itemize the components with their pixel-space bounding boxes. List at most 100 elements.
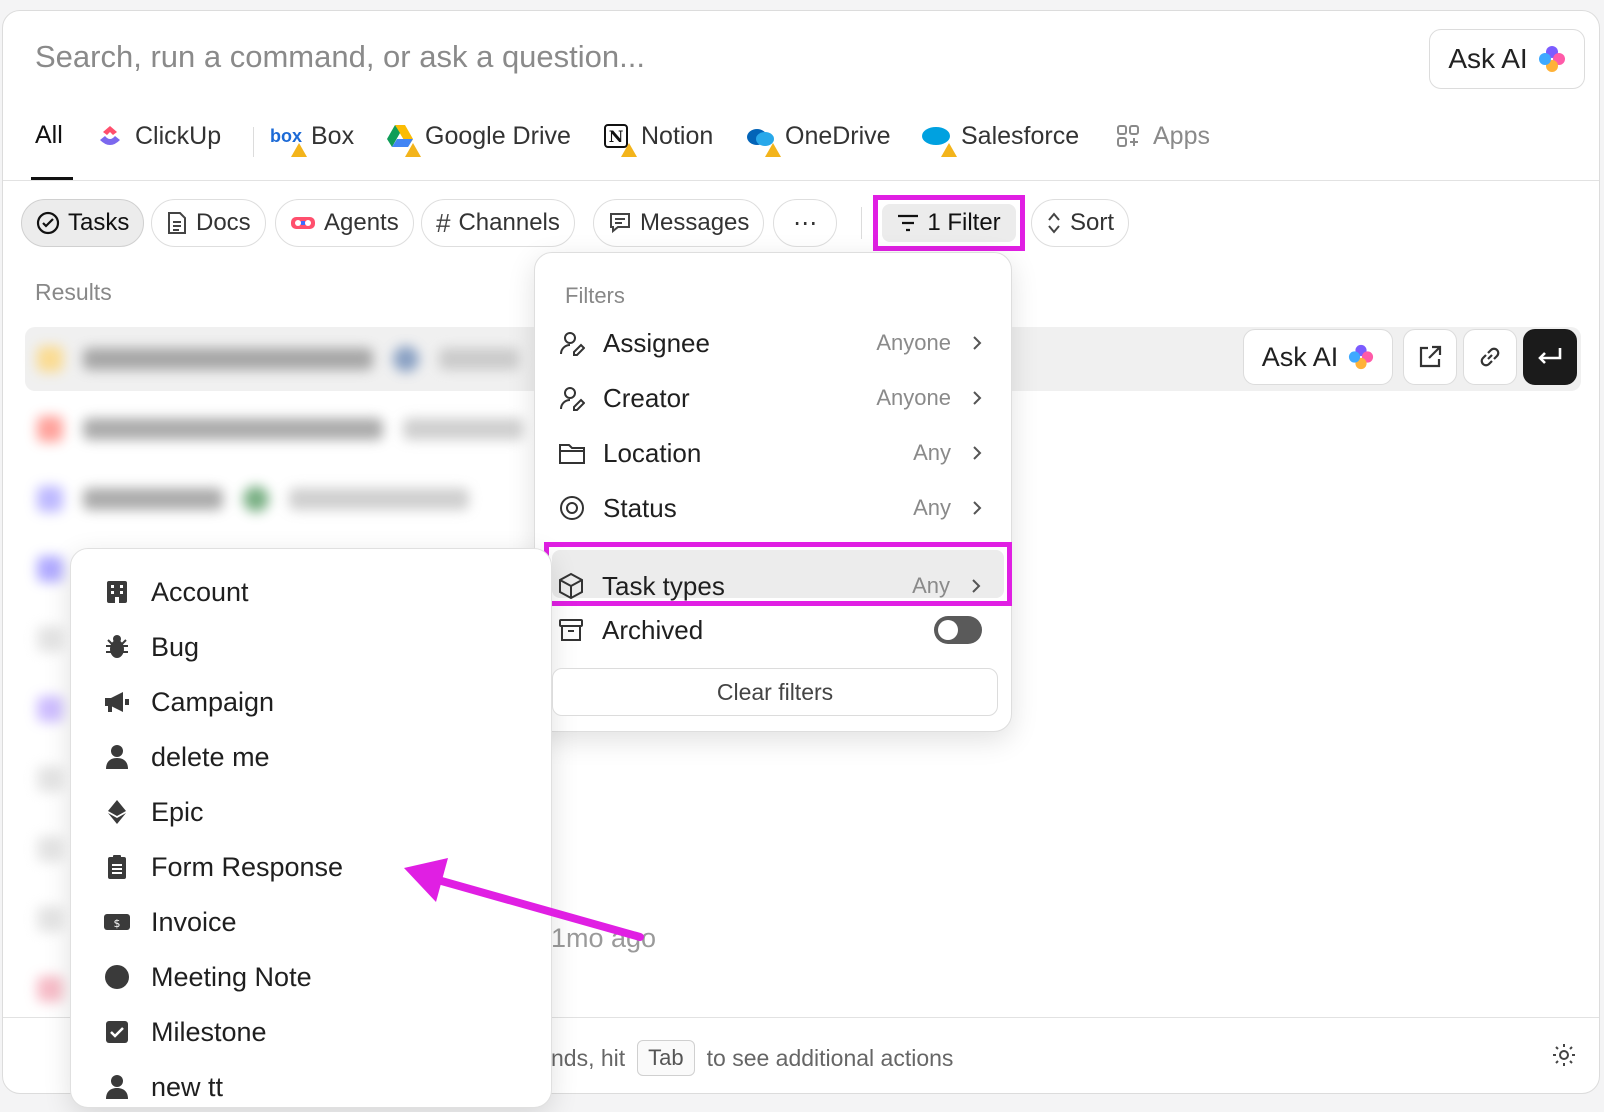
ai-sparkle-icon [1349, 344, 1374, 370]
task-type-label: Campaign [151, 686, 275, 717]
list-item[interactable] [25, 677, 63, 741]
list-item[interactable] [25, 397, 523, 461]
filters-title: Filters [565, 283, 625, 308]
list-item[interactable] [25, 607, 63, 671]
chip-docs[interactable]: Docs [151, 199, 266, 247]
bug-icon [103, 634, 131, 660]
folder-icon [557, 441, 587, 465]
copy-link-button[interactable] [1463, 329, 1517, 385]
cube-icon [556, 572, 586, 600]
chip-label: Agents [324, 209, 399, 236]
list-item[interactable] [25, 747, 63, 811]
filter-row-creator[interactable]: Creator Anyone [555, 372, 991, 424]
doc-icon [168, 212, 186, 234]
list-item[interactable] [25, 887, 63, 951]
status-icon [557, 495, 587, 521]
source-tab-box[interactable]: box Box [270, 121, 354, 157]
source-tab-salesforce[interactable]: Salesforce [921, 121, 1079, 157]
task-type-item[interactable]: Meeting Note [103, 952, 312, 1002]
task-type-item[interactable]: Form Response [103, 842, 343, 892]
filter-button[interactable]: 1 Filter [873, 195, 1025, 251]
filter-value: Any [912, 573, 950, 598]
chip-label: Channels [458, 209, 560, 236]
chip-agents[interactable]: Agents [275, 199, 414, 247]
enter-icon [1538, 348, 1562, 364]
search-input[interactable]: Search, run a command, or ask a question… [35, 39, 645, 75]
task-type-item[interactable]: Epic [103, 787, 204, 837]
chip-messages[interactable]: Messages [593, 199, 765, 247]
task-type-label: new tt [151, 1071, 224, 1102]
assignee-icon [557, 330, 587, 356]
notion-icon: N [601, 121, 637, 157]
more-chips-button[interactable]: ⋯ [773, 199, 837, 247]
warning-icon [941, 143, 957, 157]
sort-button[interactable]: Sort [1031, 199, 1130, 247]
sort-icon [1048, 212, 1060, 234]
filter-row-status[interactable]: Status Any [555, 482, 991, 534]
divider [253, 127, 254, 157]
task-type-item[interactable]: $ Invoice [103, 897, 237, 947]
active-tab-indicator [31, 177, 73, 180]
open-external-button[interactable] [1403, 329, 1457, 385]
list-item[interactable] [25, 467, 469, 531]
filter-label: Status [603, 492, 677, 523]
divider [861, 207, 862, 239]
source-tab-onedrive[interactable]: OneDrive [745, 121, 891, 157]
box-icon: box [270, 121, 307, 157]
clipboard-icon [103, 854, 131, 880]
filter-value: Anyone [876, 330, 951, 355]
task-types-dropdown: Account Bug Campaign delete me Epic Form… [70, 548, 552, 1108]
apps-icon [1113, 121, 1143, 151]
diamond-icon [103, 799, 131, 825]
salesforce-icon [921, 121, 957, 157]
source-tab-label: OneDrive [785, 121, 891, 150]
source-tab-label: Notion [641, 121, 714, 150]
chip-label: Tasks [68, 209, 130, 236]
task-type-item[interactable]: Bug [103, 622, 199, 672]
building-icon [103, 579, 131, 605]
task-type-label: delete me [151, 741, 270, 772]
filter-label: Location [603, 437, 702, 468]
chip-tasks[interactable]: Tasks [21, 199, 145, 247]
source-tab-notion[interactable]: N Notion [601, 121, 714, 157]
filter-row-archived[interactable]: Archived [554, 604, 990, 656]
source-tab-google-drive[interactable]: Google Drive [385, 121, 571, 157]
check-circle-icon [36, 211, 60, 235]
creator-icon [557, 385, 587, 411]
task-type-item[interactable]: delete me [103, 732, 270, 782]
external-link-icon [1419, 345, 1442, 368]
ask-ai-row-button[interactable]: Ask AI [1243, 329, 1393, 385]
chip-channels[interactable]: # Channels [421, 199, 575, 247]
list-item[interactable] [25, 537, 63, 601]
source-tab-all[interactable]: All [35, 121, 63, 150]
more-icon: ⋯ [793, 209, 817, 237]
filter-label: Task types [602, 570, 725, 601]
archived-toggle[interactable] [934, 616, 982, 644]
source-tab-clickup[interactable]: ClickUp [95, 121, 221, 151]
task-type-item[interactable]: Milestone [103, 1007, 267, 1057]
chevron-right-icon [973, 501, 982, 515]
agent-icon [291, 217, 315, 229]
chip-label: Messages [640, 209, 750, 236]
filter-row-assignee[interactable]: Assignee Anyone [555, 317, 991, 369]
filter-row-location[interactable]: Location Any [555, 427, 991, 479]
source-tab-apps[interactable]: Apps [1113, 121, 1210, 151]
task-type-item[interactable]: new tt [103, 1062, 223, 1112]
onedrive-icon [745, 121, 781, 157]
clickup-icon [95, 121, 125, 151]
clear-filters-button[interactable]: Clear filters [552, 668, 998, 716]
list-item[interactable] [25, 817, 63, 881]
list-item[interactable] [25, 957, 63, 1021]
google-drive-icon [385, 121, 421, 157]
ask-ai-button[interactable]: Ask AI [1429, 29, 1585, 89]
filter-label: Archived [602, 614, 704, 645]
enter-button[interactable] [1523, 329, 1577, 385]
task-type-item[interactable]: Campaign [103, 677, 274, 727]
person-icon [103, 1074, 131, 1100]
svg-text:$: $ [114, 917, 121, 930]
archive-icon [556, 617, 586, 643]
task-type-item[interactable]: Account [103, 567, 249, 617]
gear-icon[interactable] [1551, 1042, 1577, 1068]
filters-popover: Filters Assignee Anyone Creator Anyone L… [534, 252, 1012, 732]
ask-ai-label: Ask AI [1448, 43, 1528, 74]
